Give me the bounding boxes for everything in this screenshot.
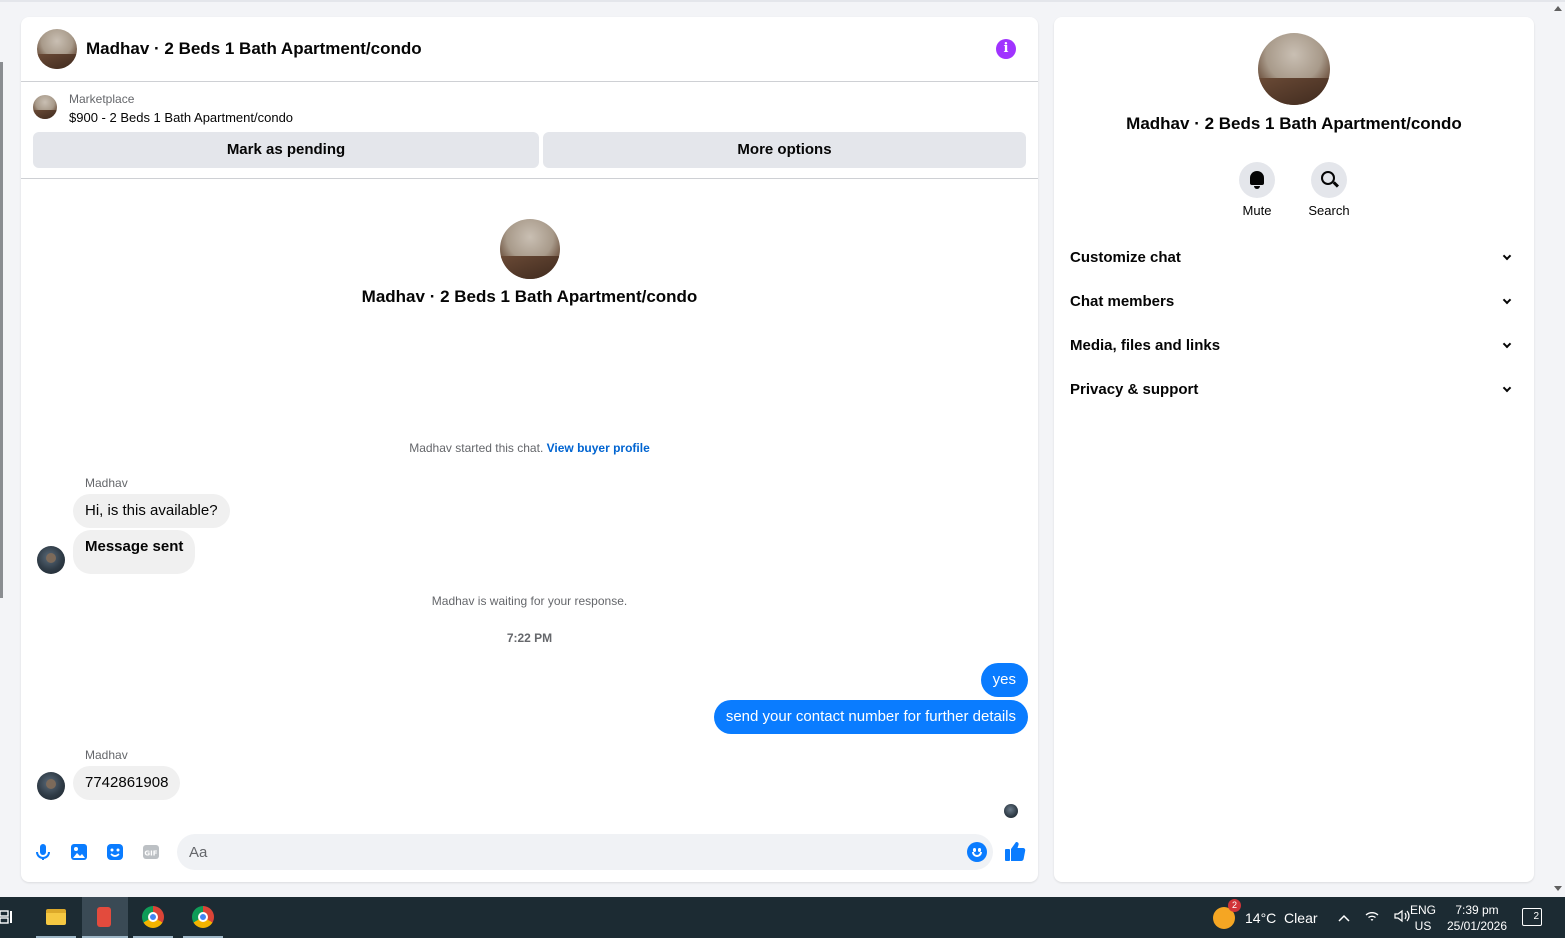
file-explorer-icon[interactable] [36,897,76,938]
search-label: Search [1308,203,1350,218]
microphone-icon[interactable] [33,842,53,862]
gif-icon[interactable]: GIF [141,842,161,862]
scroll-up-arrow-icon[interactable] [1554,6,1562,11]
mute-button[interactable]: Mute [1227,162,1287,218]
chevron-up-icon[interactable] [1338,910,1350,925]
top-border [0,0,1565,2]
language-code: ENG [1410,903,1437,917]
chevron-down-icon [1502,383,1512,393]
more-options-button[interactable]: More options [543,132,1026,168]
thumbs-up-icon[interactable] [1004,840,1026,862]
search-icon[interactable] [1311,162,1347,198]
section-privacy-support[interactable]: Privacy & support [1070,368,1518,412]
message-timestamp: 7:22 PM [506,631,553,645]
weather-badge: 2 [1228,898,1241,912]
system-tray [1338,897,1410,938]
section-label: Privacy & support [1070,381,1199,398]
photo-icon[interactable] [69,842,89,862]
network-icon[interactable] [1364,909,1380,926]
chat-header: Madhav · 2 Beds 1 Bath Apartment/condo i [21,17,1038,82]
listing-thumbnail[interactable] [33,95,57,119]
volume-icon[interactable] [1394,909,1410,926]
scroll-down-arrow-icon[interactable] [1554,886,1562,891]
message-sender: Madhav [85,476,128,490]
python-app-icon[interactable] [82,897,128,938]
read-receipt-avatar [1004,804,1018,818]
clock[interactable]: 7:39 pm 25/01/2026 [1443,902,1511,934]
outgoing-message[interactable]: send your contact number for further det… [713,700,1028,734]
left-edge-scrollbar[interactable] [0,62,3,598]
task-view-icon[interactable] [0,909,14,928]
windows-taskbar: 2 14°C Clear ENG US 7:39 pm 25/01/2026 2 [0,897,1565,938]
svg-text:GIF: GIF [144,850,157,858]
info-icon[interactable]: i [996,39,1016,59]
message-composer: GIF [21,832,1038,872]
listing-price[interactable]: $900 - 2 Beds 1 Bath Apartment/condo [69,110,293,125]
section-chat-members[interactable]: Chat members [1070,280,1518,324]
incoming-message[interactable]: Hi, is this available? [73,494,230,528]
chevron-down-icon [1502,251,1512,261]
section-label: Chat members [1070,293,1175,310]
incoming-message[interactable]: 7742861908 [73,766,181,800]
waiting-notice: Madhav is waiting for your response. [431,594,628,608]
clock-time: 7:39 pm [1455,903,1499,917]
section-media-files-links[interactable]: Media, files and links [1070,324,1518,368]
chrome-icon[interactable] [183,897,223,938]
chat-details-panel: Madhav · 2 Beds 1 Bath Apartment/condo M… [1054,17,1534,882]
message-sent-card[interactable]: Message sent [73,530,196,574]
intro-avatar [500,219,560,279]
intro-title: Madhav · 2 Beds 1 Bath Apartment/condo [361,287,698,306]
bell-icon[interactable] [1239,162,1275,198]
outgoing-message[interactable]: yes [980,663,1028,697]
details-title: Madhav · 2 Beds 1 Bath Apartment/condo [1126,114,1462,133]
emoji-icon[interactable] [967,842,987,862]
chat-started-text: Madhav started this chat. [409,441,544,455]
sender-avatar[interactable] [37,546,65,574]
keyboard-region: US [1414,919,1432,933]
page-scrollbar[interactable] [1551,0,1565,897]
chat-title[interactable]: Madhav · 2 Beds 1 Bath Apartment/condo [86,39,422,59]
details-avatar[interactable] [1258,33,1330,105]
sender-avatar[interactable] [37,772,65,800]
chat-panel: Madhav · 2 Beds 1 Bath Apartment/condo i… [21,17,1038,882]
section-label: Customize chat [1070,249,1181,266]
language-indicator[interactable]: ENG US [1410,902,1436,934]
chat-started-notice: Madhav started this chat. View buyer pro… [21,441,1038,455]
chevron-down-icon [1502,295,1512,305]
marketplace-label: Marketplace [69,92,135,106]
chrome-profile-icon[interactable] [133,897,173,938]
notification-count: 2 [1533,911,1539,922]
mark-as-pending-button[interactable]: Mark as pending [33,132,539,168]
mute-label: Mute [1242,203,1272,218]
message-input-box[interactable] [177,834,993,870]
view-buyer-profile-link[interactable]: View buyer profile [547,441,650,455]
sticker-icon[interactable] [105,842,125,862]
section-customize-chat[interactable]: Customize chat [1070,236,1518,280]
marketplace-bar: Marketplace $900 - 2 Beds 1 Bath Apartme… [21,83,1038,179]
section-label: Media, files and links [1070,337,1221,354]
message-input[interactable] [189,834,949,870]
chevron-down-icon [1502,339,1512,349]
clock-date: 25/01/2026 [1446,919,1508,933]
weather-widget[interactable]: 2 14°C Clear [1213,897,1318,938]
weather-text: 14°C Clear [1245,909,1318,926]
search-button[interactable]: Search [1299,162,1359,218]
message-sender: Madhav [85,748,128,762]
moon-weather-icon: 2 [1213,898,1241,929]
header-avatar[interactable] [37,29,77,69]
notification-center-icon[interactable]: 2 [1522,908,1542,926]
